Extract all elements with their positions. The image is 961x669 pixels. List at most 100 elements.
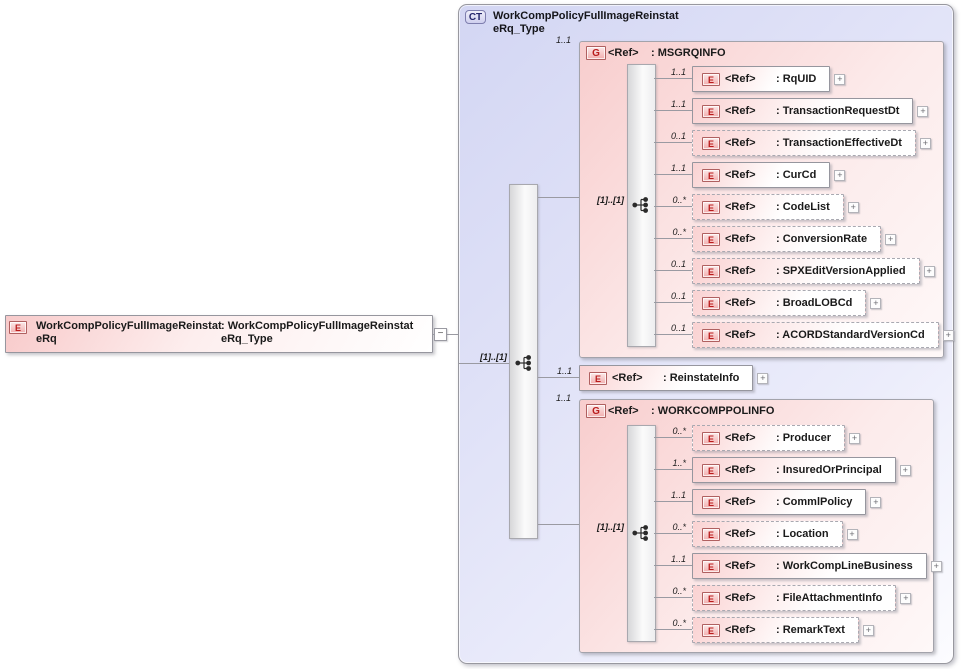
element-box-transactioneffectivedt[interactable]: E <Ref> : TransactionEffectiveDt xyxy=(692,130,916,156)
ref-label: <Ref> xyxy=(608,405,651,417)
element-name: : Producer xyxy=(776,432,831,444)
expand-icon[interactable]: + xyxy=(834,170,845,181)
element-row-remarktext: 0..* E <Ref> : RemarkText + xyxy=(692,617,942,643)
expand-icon[interactable]: + xyxy=(900,465,911,476)
expand-icon[interactable]: + xyxy=(847,529,858,540)
element-box-acordstandardversioncd[interactable]: E <Ref> : ACORDStandardVersionCd xyxy=(692,322,939,348)
element-name: : InsuredOrPrincipal xyxy=(776,464,882,476)
element-box-transactionrequestdt[interactable]: E <Ref> : TransactionRequestDt xyxy=(692,98,913,124)
complex-type-header: CT WorkCompPolicyFullImageReinstat eRq_T… xyxy=(465,10,679,36)
group-badge-icon: G xyxy=(586,404,606,418)
connector-line xyxy=(459,363,516,364)
element-box-spxeditversionapplied[interactable]: E <Ref> : SPXEditVersionApplied xyxy=(692,258,920,284)
cardinality-label: 1..* xyxy=(648,458,686,468)
element-badge-icon: E xyxy=(702,201,720,214)
root-element-name: WorkCompPolicyFullImageReinstat eRq xyxy=(36,320,217,346)
cardinality-label: 0..* xyxy=(648,195,686,205)
expand-icon[interactable]: + xyxy=(900,593,911,604)
expand-icon[interactable]: + xyxy=(943,330,954,341)
expand-icon[interactable]: + xyxy=(917,106,928,117)
connector-line xyxy=(538,197,579,198)
expand-icon[interactable]: + xyxy=(863,625,874,636)
cardinality-label: 1..1 xyxy=(648,99,686,109)
sequence-icon[interactable] xyxy=(515,355,532,371)
element-badge-icon: E xyxy=(702,137,720,150)
element-box-conversionrate[interactable]: E <Ref> : ConversionRate xyxy=(692,226,881,252)
sequence-icon[interactable] xyxy=(632,197,649,213)
expand-icon[interactable]: + xyxy=(920,138,931,149)
cardinality-label: 1..1 xyxy=(543,35,571,45)
element-box-remarktext[interactable]: E <Ref> : RemarkText xyxy=(692,617,859,643)
element-badge-icon: E xyxy=(702,432,720,445)
element-badge-icon: E xyxy=(702,560,720,573)
complex-type-box[interactable]: CT WorkCompPolicyFullImageReinstat eRq_T… xyxy=(458,4,954,664)
element-box-broadlobcd[interactable]: E <Ref> : BroadLOBCd xyxy=(692,290,866,316)
element-name: : ReinstateInfo xyxy=(663,372,739,384)
element-badge-icon: E xyxy=(702,105,720,118)
cardinality-label: 1..1 xyxy=(543,393,571,403)
ref-label: <Ref> xyxy=(725,432,776,444)
element-row-producer: 0..* E <Ref> : Producer + xyxy=(692,425,942,451)
expand-icon[interactable]: + xyxy=(885,234,896,245)
element-box-producer[interactable]: E <Ref> : Producer xyxy=(692,425,845,451)
model-cardinality-label: [1]..[1] xyxy=(586,522,624,532)
element-badge-icon: E xyxy=(702,592,720,605)
ref-label: <Ref> xyxy=(725,560,776,572)
cardinality-label: 1..1 xyxy=(648,490,686,500)
element-row-conversionrate: 0..* E <Ref> : ConversionRate + xyxy=(692,226,954,252)
ref-label: <Ref> xyxy=(608,47,651,59)
element-box-fileattachmentinfo[interactable]: E <Ref> : FileAttachmentInfo xyxy=(692,585,896,611)
complex-type-badge-icon: CT xyxy=(465,10,486,24)
cardinality-label: 0..1 xyxy=(648,323,686,333)
expand-icon[interactable]: + xyxy=(849,433,860,444)
element-row-spxeditversionapplied: 0..1 E <Ref> : SPXEditVersionApplied + xyxy=(692,258,954,284)
element-row-codelist: 0..* E <Ref> : CodeList + xyxy=(692,194,954,220)
schema-diagram-canvas: E WorkCompPolicyFullImageReinstat eRq : … xyxy=(0,0,961,669)
expand-icon[interactable]: + xyxy=(757,373,768,384)
element-name: : TransactionEffectiveDt xyxy=(776,137,902,149)
element-box-curcd[interactable]: E <Ref> : CurCd xyxy=(692,162,830,188)
cardinality-label: 0..* xyxy=(648,618,686,628)
element-name: : CodeList xyxy=(776,201,830,213)
expand-icon[interactable]: + xyxy=(870,298,881,309)
ref-label: <Ref> xyxy=(725,201,776,213)
expand-icon[interactable]: + xyxy=(870,497,881,508)
model-cardinality-label: [1]..[1] xyxy=(469,352,507,362)
ref-label: <Ref> xyxy=(725,137,776,149)
element-name: : Location xyxy=(776,528,829,540)
element-box-workcomplinebusiness[interactable]: E <Ref> : WorkCompLineBusiness xyxy=(692,553,927,579)
collapse-icon[interactable]: − xyxy=(434,328,447,341)
group-msgrqinfo[interactable]: G <Ref> : MSGRQINFO [1]..[1] 1..1 E <R xyxy=(579,41,944,358)
element-badge-icon: E xyxy=(702,73,720,86)
expand-icon[interactable]: + xyxy=(924,266,935,277)
element-row-broadlobcd: 0..1 E <Ref> : BroadLOBCd + xyxy=(692,290,954,316)
element-box-commlpolicy[interactable]: E <Ref> : CommlPolicy xyxy=(692,489,866,515)
element-box-rquid[interactable]: E <Ref> : RqUID xyxy=(692,66,830,92)
element-name: : RemarkText xyxy=(776,624,845,636)
ref-label: <Ref> xyxy=(725,265,776,277)
ref-label: <Ref> xyxy=(725,233,776,245)
group-workcomppolinfo[interactable]: G <Ref> : WORKCOMPPOLINFO [1]..[1] 0..* … xyxy=(579,399,934,653)
element-box-insuredorprincipal[interactable]: E <Ref> : InsuredOrPrincipal xyxy=(692,457,896,483)
group-header: G <Ref> : MSGRQINFO xyxy=(586,46,726,60)
element-badge-icon: E xyxy=(702,169,720,182)
group-name: : MSGRQINFO xyxy=(651,47,726,59)
cardinality-label: 0..1 xyxy=(648,131,686,141)
expand-icon[interactable]: + xyxy=(834,74,845,85)
element-name: : ACORDStandardVersionCd xyxy=(776,329,925,341)
expand-icon[interactable]: + xyxy=(848,202,859,213)
cardinality-label: 0..1 xyxy=(648,259,686,269)
cardinality-label: 0..* xyxy=(648,426,686,436)
element-badge-icon: E xyxy=(702,329,720,342)
cardinality-label: 0..1 xyxy=(648,291,686,301)
element-row-transactionrequestdt: 1..1 E <Ref> : TransactionRequestDt + xyxy=(692,98,954,124)
element-badge-icon: E xyxy=(702,297,720,310)
sequence-icon[interactable] xyxy=(632,525,649,541)
element-box-location[interactable]: E <Ref> : Location xyxy=(692,521,843,547)
root-element-box[interactable]: E WorkCompPolicyFullImageReinstat eRq : … xyxy=(5,315,433,353)
ref-label: <Ref> xyxy=(725,496,776,508)
element-box-codelist[interactable]: E <Ref> : CodeList xyxy=(692,194,844,220)
element-name: : FileAttachmentInfo xyxy=(776,592,882,604)
element-box-reinstateinfo[interactable]: E <Ref> : ReinstateInfo xyxy=(579,365,753,391)
expand-icon[interactable]: + xyxy=(931,561,942,572)
